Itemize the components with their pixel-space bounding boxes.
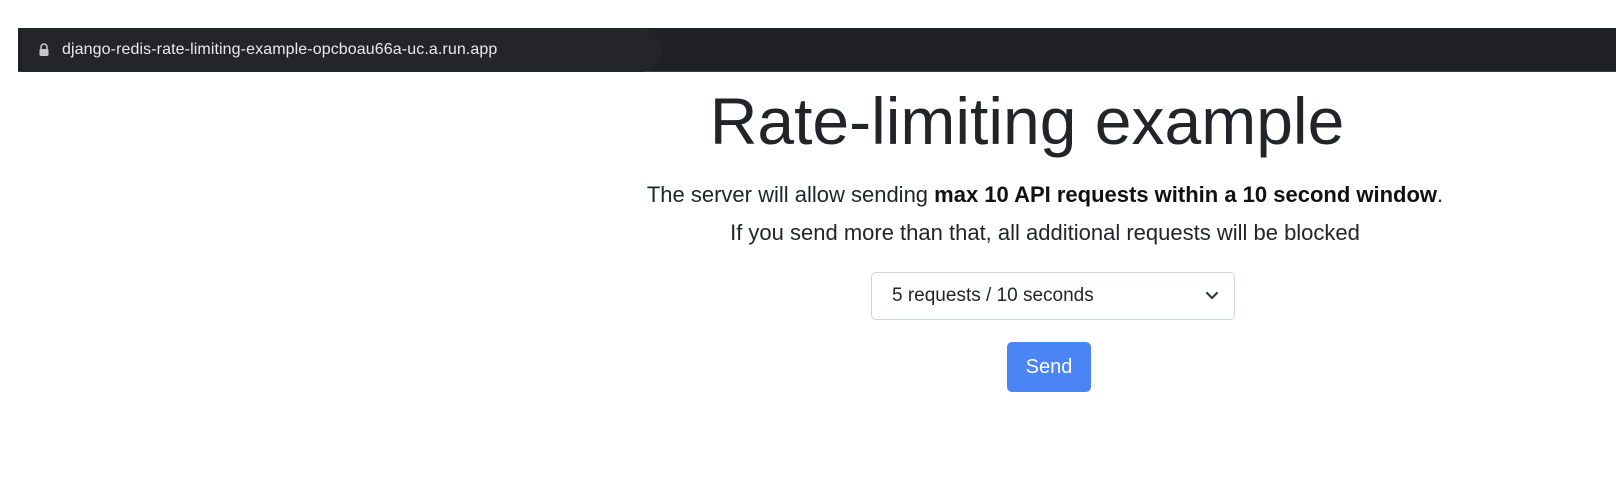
- description-prefix: The server will allow sending: [646, 182, 935, 207]
- lock-icon[interactable]: [34, 40, 54, 60]
- description-line-1: The server will allow sending max 10 API…: [600, 176, 1490, 214]
- page-title: Rate-limiting example: [709, 84, 1345, 158]
- description-suffix: .: [1437, 182, 1444, 207]
- rate-limit-select[interactable]: 5 requests / 10 seconds: [871, 272, 1235, 320]
- description-line-2: If you send more than that, all addition…: [730, 220, 1360, 245]
- send-button[interactable]: Send: [1007, 342, 1091, 392]
- rate-limit-select-value: 5 requests / 10 seconds: [892, 285, 1094, 306]
- url-text[interactable]: django-redis-rate-limiting-example-opcbo…: [62, 41, 497, 59]
- browser-toolbar: django-redis-rate-limiting-example-opcbo…: [18, 28, 1616, 72]
- description: The server will allow sending max 10 API…: [600, 176, 1490, 252]
- chevron-down-icon: [1204, 288, 1220, 304]
- address-bar[interactable]: django-redis-rate-limiting-example-opcbo…: [22, 28, 662, 72]
- description-highlight: max 10 API requests within a 10 second w…: [934, 182, 1438, 207]
